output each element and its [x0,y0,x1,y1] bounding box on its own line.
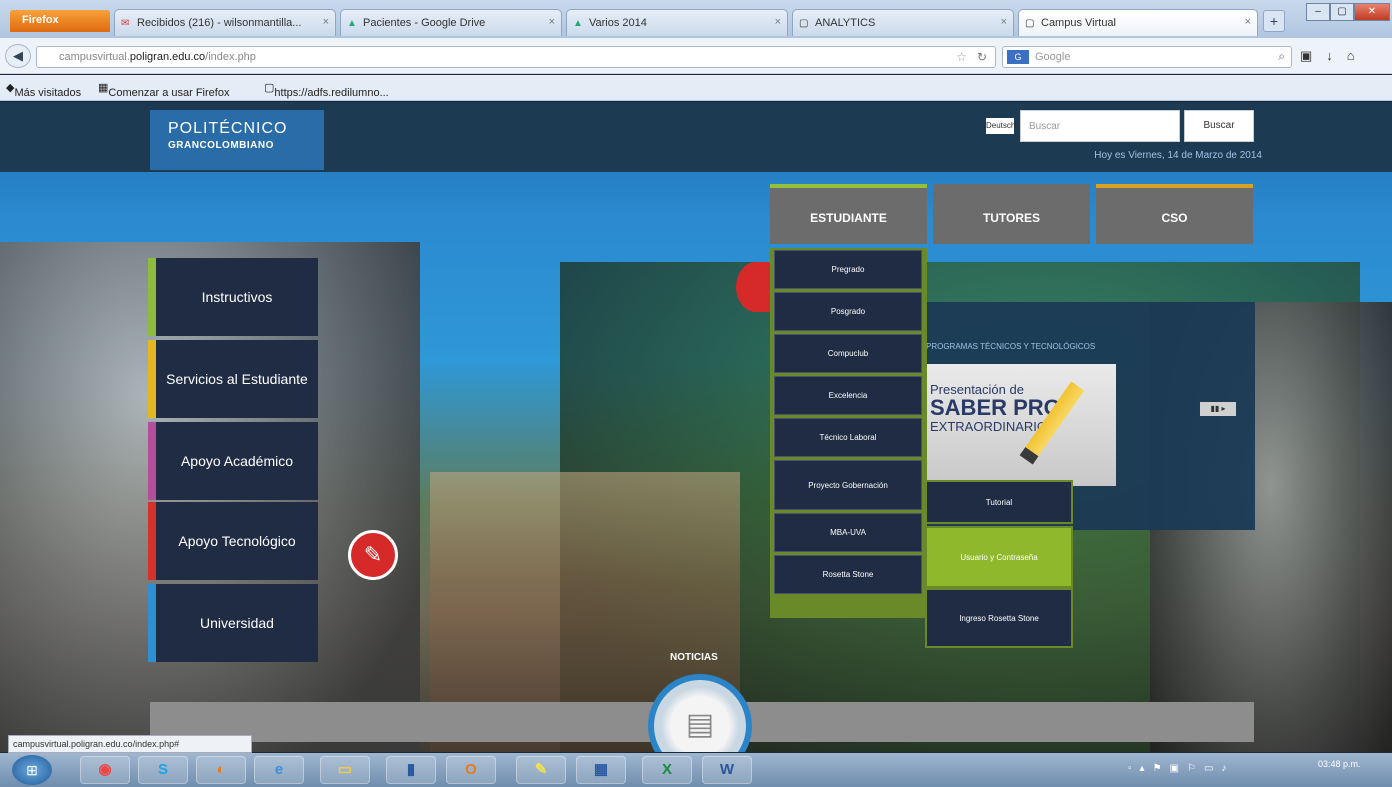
ingreso-rosetta-button[interactable]: Ingreso Rosetta Stone [925,588,1073,648]
bookmark-most-visited[interactable]: ◆ Más visitados [6,81,81,99]
page-icon: ▢ [1025,18,1035,29]
browser-nav-bar: ◀ campusvirtual.poligran.edu.co/index.ph… [0,38,1392,74]
google-icon[interactable]: G [1007,50,1029,64]
language-selector[interactable]: Deutsch [986,118,1015,134]
windows-taskbar: ⊞ ◉ S ◐ e ▭ ▮ O ✎ ▦ X W ▫▴⚑▣⚐▭♪ 03:48 p.… [0,753,1392,787]
minimize-button[interactable]: – [1306,3,1330,21]
excel-icon[interactable]: X [642,756,692,784]
firefox-menu-button[interactable]: Firefox [10,10,110,32]
side-menu-apoyo-academico[interactable]: Apoyo Académico [148,422,318,500]
side-menu-universidad[interactable]: Universidad [148,584,318,662]
dropdown-item-compuclub[interactable]: Compuclub [774,334,922,373]
dropdown-item-pregrado[interactable]: Pregrado [774,250,922,289]
download-icon[interactable]: ↓ [1326,48,1347,63]
dropdown-item-posgrado[interactable]: Posgrado [774,292,922,331]
close-window-button[interactable]: ✕ [1354,3,1390,21]
close-icon[interactable]: × [1245,16,1251,28]
site-search-input[interactable]: Buscar [1020,110,1180,142]
explorer-icon[interactable]: ▭ [320,756,370,784]
site-header: POLITÉCNICO GRANCOLOMBIANO Deutsch Busca… [0,102,1392,172]
new-tab-button[interactable]: + [1263,10,1285,32]
tutorial-button[interactable]: Tutorial [925,480,1073,524]
promo-header: PROGRAMAS TÉCNICOS Y TECNOLÓGICOS [926,342,1096,351]
maximize-button[interactable]: ▢ [1330,3,1354,21]
poligran-logo[interactable]: POLITÉCNICO GRANCOLOMBIANO [150,110,324,170]
home-icon[interactable]: ⌂ [1347,48,1369,63]
outlook-icon[interactable]: O [446,756,496,784]
status-url: campusvirtual.poligran.edu.co/index.php# [8,735,252,753]
campus-page: POLITÉCNICO GRANCOLOMBIANO Deutsch Busca… [0,102,1392,752]
skype-icon[interactable]: S [138,756,188,784]
system-tray[interactable]: ▫▴⚑▣⚐▭♪ [1128,763,1234,774]
dropdown-item-tecnico-laboral[interactable]: Técnico Laboral [774,418,922,457]
nav-estudiante[interactable]: ESTUDIANTE [770,184,927,244]
browser-search-input[interactable]: G Google ⌕ [1002,46,1292,68]
reload-icon[interactable]: ↻ [977,50,987,64]
search-icon[interactable]: ⌕ [1278,49,1285,64]
side-menu-instructivos[interactable]: Instructivos [148,258,318,336]
close-icon[interactable]: × [549,16,555,28]
slider-controls[interactable]: ▮▮ ▸ [1200,402,1236,416]
promo-banner[interactable]: Presentación de SABER PRO EXTRAORDINARIO [926,364,1116,486]
tab-campus-virtual[interactable]: ▢ Campus Virtual × [1018,9,1258,36]
tab-varios[interactable]: ▲ Varios 2014 × [566,9,788,36]
gmail-icon: ✉ [121,18,130,29]
window-controls: – ▢ ✕ [1306,3,1390,23]
bookmark-adfs[interactable]: ▢ https://adfs.redilumno... [264,81,389,99]
nav-cso[interactable]: CSO [1096,184,1253,244]
bookmarks-toolbar: ◆ Más visitados ▦ Comenzar a usar Firefo… [0,75,1392,101]
bookmark-getting-started[interactable]: ▦ Comenzar a usar Firefox [98,81,229,99]
tab-pacientes[interactable]: ▲ Pacientes - Google Drive × [340,9,562,36]
dropdown-item-rosetta-stone[interactable]: Rosetta Stone [774,555,922,594]
google-drive-icon: ▲ [573,18,583,29]
close-icon[interactable]: × [1001,16,1007,28]
current-date: Hoy es Viernes, 14 de Marzo de 2014 [1094,150,1262,161]
start-button[interactable]: ⊞ [12,755,52,785]
clock[interactable]: 03:48 p.m. [1318,759,1361,769]
news-label: NOTICIAS [670,652,718,663]
bookmarks-icon[interactable]: ▣ [1300,48,1326,63]
browser-tab-bar: Firefox ✉ Recibidos (216) - wilsonmantil… [0,0,1392,38]
site-search-button[interactable]: Buscar [1184,110,1254,142]
dropdown-item-proyecto-gobernacion[interactable]: Proyecto Gobernación [774,460,922,510]
url-bar[interactable]: campusvirtual.poligran.edu.co/index.php … [36,46,996,68]
google-drive-icon: ▲ [347,18,357,29]
paint-icon[interactable]: ✎ [516,756,566,784]
tab-analytics[interactable]: ▢ ANALYTICS × [792,9,1014,36]
close-icon[interactable]: × [323,16,329,28]
nav-tutores[interactable]: TUTORES [933,184,1090,244]
side-menu-apoyo-tecnologico[interactable]: Apoyo Tecnológico [148,502,318,580]
ie-icon[interactable]: e [254,756,304,784]
toolbar-icons: ▣↓⌂ [1300,48,1369,64]
word-icon[interactable]: W [702,756,752,784]
dropdown-item-excelencia[interactable]: Excelencia [774,376,922,415]
page-icon: ▢ [799,18,809,29]
side-menu-servicios[interactable]: Servicios al Estudiante [148,340,318,418]
usuario-contrasena-button[interactable]: Usuario y Contraseña [925,526,1073,588]
wrench-icon[interactable]: ✎ [348,530,398,580]
notes-icon[interactable]: ▮ [386,756,436,784]
dropdown-item-mba-uva[interactable]: MBA-UVA [774,513,922,552]
estudiante-dropdown: Pregrado Posgrado Compuclub Excelencia T… [770,248,927,618]
tab-gmail[interactable]: ✉ Recibidos (216) - wilsonmantilla... × [114,9,336,36]
firefox-icon[interactable]: ◐ [196,756,246,784]
chrome-icon[interactable]: ◉ [80,756,130,784]
remote-icon[interactable]: ▦ [576,756,626,784]
star-icon[interactable]: ☆ [956,50,967,64]
close-icon[interactable]: × [775,16,781,28]
back-arrow-icon[interactable]: ◀ [5,44,31,68]
